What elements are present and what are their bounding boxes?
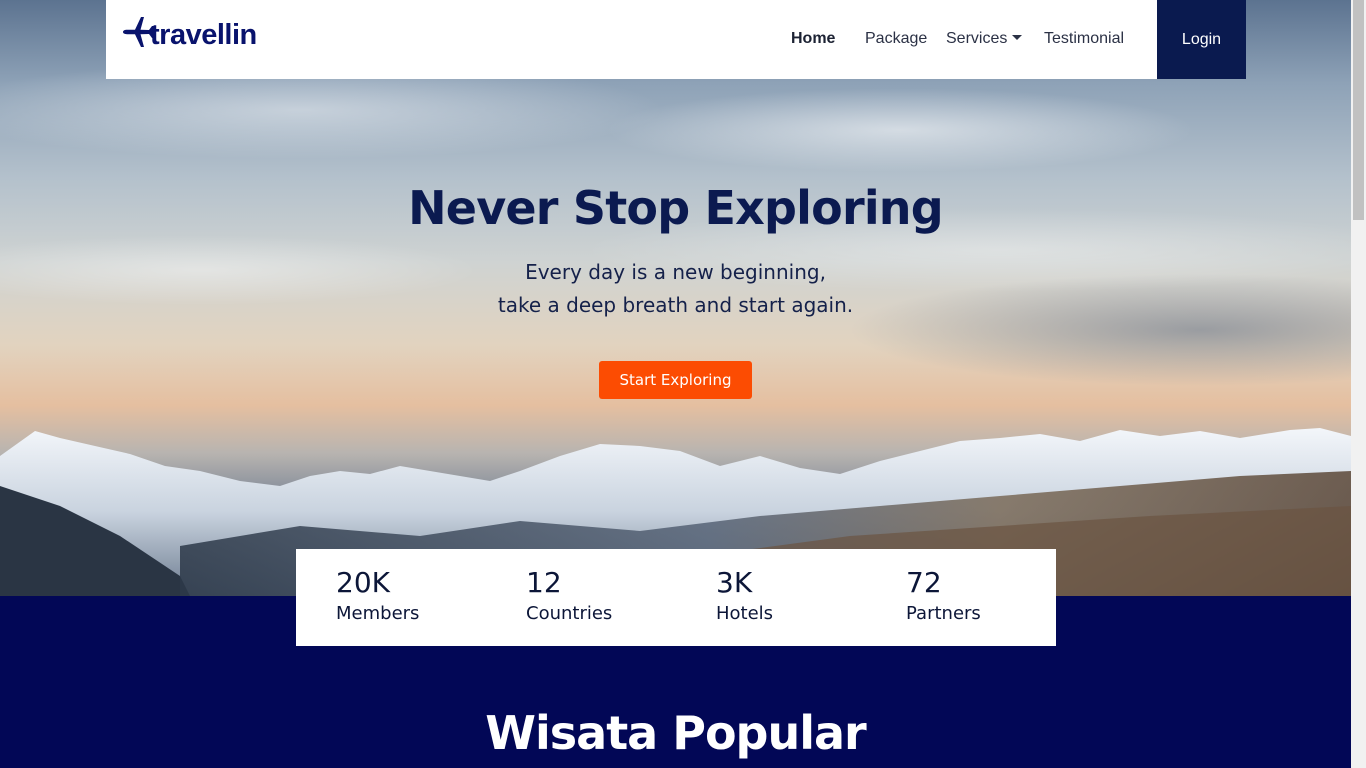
nav-links: Home Package Services Testimonial bbox=[106, 0, 1246, 79]
page-scrollbar[interactable] bbox=[1351, 0, 1366, 768]
stat-value: 12 bbox=[526, 566, 562, 599]
caret-down-icon bbox=[1012, 35, 1023, 40]
hero-subtitle-line1: Every day is a new beginning, bbox=[525, 260, 826, 284]
start-exploring-button[interactable]: Start Exploring bbox=[599, 361, 752, 399]
stat-hotels: 3K Hotels bbox=[716, 565, 773, 627]
nav-testimonial[interactable]: Testimonial bbox=[1044, 30, 1124, 48]
nav-services[interactable]: Services bbox=[946, 30, 1023, 48]
scrollbar-thumb[interactable] bbox=[1353, 0, 1364, 220]
stats-card: 20K Members 12 Countries 3K Hotels 72 Pa… bbox=[296, 549, 1056, 646]
stat-partners: 72 Partners bbox=[906, 565, 981, 627]
stat-label: Hotels bbox=[716, 603, 774, 624]
nav-package[interactable]: Package bbox=[865, 30, 927, 48]
hero-title: Never Stop Exploring bbox=[408, 181, 944, 235]
stat-value: 72 bbox=[906, 566, 942, 599]
hero-subtitle-line2: take a deep breath and start again. bbox=[497, 293, 854, 317]
stat-label: Members bbox=[336, 603, 420, 624]
nav-services-label: Services bbox=[946, 30, 1008, 47]
stat-members: 20K Members bbox=[336, 565, 419, 627]
nav-home[interactable]: Home bbox=[791, 30, 835, 48]
stat-label: Partners bbox=[906, 603, 981, 624]
stat-label: Countries bbox=[526, 603, 613, 624]
stat-value: 20K bbox=[336, 566, 390, 599]
stat-countries: 12 Countries bbox=[526, 565, 612, 627]
stat-value: 3K bbox=[716, 566, 753, 599]
section-title: Wisata Popular bbox=[485, 706, 866, 760]
login-button[interactable]: Login bbox=[1157, 0, 1246, 79]
navbar: travellin Home Package Services Testimon… bbox=[106, 0, 1246, 79]
